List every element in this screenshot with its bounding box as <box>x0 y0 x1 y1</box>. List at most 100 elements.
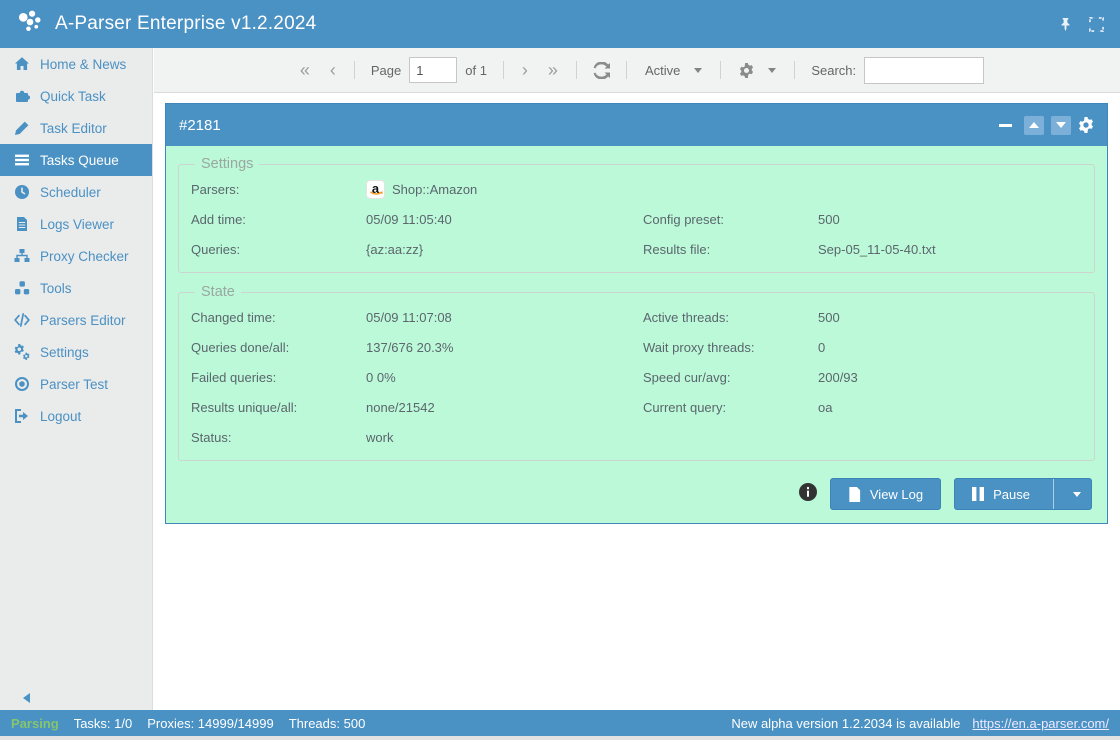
search-label: Search: <box>811 63 856 78</box>
field-value: 05/09 11:05:40 <box>366 212 452 227</box>
sidebar-collapse-icon[interactable] <box>23 693 30 703</box>
field-row: Status: work <box>191 422 1082 452</box>
field-value: {az:aa:zz} <box>366 242 423 257</box>
statusbar: Parsing Tasks: 1/0 Proxies: 14999/14999 … <box>0 710 1120 736</box>
sidebar-item-proxy-checker[interactable]: Proxy Checker <box>0 240 152 272</box>
view-log-button[interactable]: View Log <box>830 478 941 510</box>
move-down-button[interactable] <box>1051 116 1071 135</box>
first-page-button[interactable]: « <box>290 61 320 79</box>
gears-icon <box>13 344 30 360</box>
info-icon[interactable] <box>799 483 817 506</box>
sidebar-item-logs-viewer[interactable]: Logs Viewer <box>0 208 152 240</box>
refresh-icon[interactable] <box>585 62 618 79</box>
chevron-down-icon <box>694 68 702 73</box>
sitemap-icon <box>13 248 30 264</box>
sidebar-item-parser-test[interactable]: Parser Test <box>0 368 152 400</box>
search-input[interactable] <box>864 57 984 84</box>
sidebar-item-label: Proxy Checker <box>40 249 129 264</box>
app-title: A-Parser Enterprise v1.2.2024 <box>55 13 316 35</box>
code-icon <box>13 312 30 328</box>
sidebar-item-scheduler[interactable]: Scheduler <box>0 176 152 208</box>
button-divider <box>1053 479 1054 509</box>
fullscreen-icon[interactable] <box>1089 17 1104 32</box>
task-panel-title: #2181 <box>179 117 221 134</box>
sidebar-item-tasks-queue[interactable]: Tasks Queue <box>0 144 152 176</box>
pause-button[interactable]: Pause <box>954 478 1092 510</box>
sidebar-item-label: Home & News <box>40 57 126 72</box>
task-panel-footer: View Log Pause <box>178 472 1095 513</box>
threads-count: Threads: 500 <box>289 716 366 731</box>
field-value: 500 <box>818 212 1082 227</box>
sidebar-item-task-editor[interactable]: Task Editor <box>0 112 152 144</box>
home-icon <box>13 56 30 72</box>
next-page-button[interactable]: › <box>512 61 538 79</box>
task-panel-body: Settings Parsers: a Shop::Amazon Add tim… <box>166 146 1107 523</box>
field-row: Parsers: a Shop::Amazon <box>191 174 1082 204</box>
chevron-down-icon[interactable] <box>1073 492 1081 497</box>
filter-dropdown[interactable]: Active <box>635 63 712 78</box>
field-label: Results unique/all: <box>191 400 366 415</box>
page-input[interactable] <box>409 57 457 83</box>
proxies-count: Proxies: 14999/14999 <box>147 716 273 731</box>
pencil-icon <box>13 120 30 136</box>
field-row: Add time: 05/09 11:05:40 Config preset: … <box>191 204 1082 234</box>
tasks-count: Tasks: 1/0 <box>74 716 133 731</box>
last-page-button[interactable]: » <box>538 61 568 79</box>
field-value: 0 0% <box>366 370 396 385</box>
sidebar-item-label: Logs Viewer <box>40 217 114 232</box>
field-value: 137/676 20.3% <box>366 340 453 355</box>
settings-dropdown[interactable] <box>729 63 786 78</box>
move-up-button[interactable] <box>1024 116 1044 135</box>
status-badge: Parsing <box>11 716 59 731</box>
field-label: Status: <box>191 430 366 445</box>
sidebar-item-label: Tools <box>40 281 72 296</box>
filter-value: Active <box>645 63 680 78</box>
bottom-strip <box>0 736 1120 740</box>
prev-page-button[interactable]: ‹ <box>320 61 346 79</box>
field-label: Queries done/all: <box>191 340 366 355</box>
file-icon <box>848 487 861 502</box>
cubes-icon <box>13 280 30 296</box>
task-panel-header: #2181 <box>166 104 1107 146</box>
field-row: Queries: {az:aa:zz} Results file: Sep-05… <box>191 234 1082 264</box>
field-label: Changed time: <box>191 310 366 325</box>
pause-icon <box>972 487 984 501</box>
field-label: Config preset: <box>643 212 818 227</box>
field-label: Failed queries: <box>191 370 366 385</box>
puzzle-icon <box>13 88 30 104</box>
sidebar-item-quick-task[interactable]: Quick Task <box>0 80 152 112</box>
sidebar-item-settings[interactable]: Settings <box>0 336 152 368</box>
settings-legend: Settings <box>195 156 259 172</box>
field-label: Queries: <box>191 242 366 257</box>
sidebar: Home & News Quick Task Task Editor Tasks… <box>0 48 153 710</box>
field-label: Active threads: <box>643 310 818 325</box>
field-value: 200/93 <box>818 370 1082 385</box>
sidebar-item-home-news[interactable]: Home & News <box>0 48 152 80</box>
sidebar-item-logout[interactable]: Logout <box>0 400 152 432</box>
minimize-icon[interactable] <box>999 124 1012 127</box>
field-row: Results unique/all: none/21542 Current q… <box>191 392 1082 422</box>
pin-icon[interactable] <box>1058 17 1073 32</box>
sidebar-item-tools[interactable]: Tools <box>0 272 152 304</box>
gear-icon <box>739 63 754 78</box>
field-label: Add time: <box>191 212 366 227</box>
sidebar-item-label: Parsers Editor <box>40 313 126 328</box>
field-value: work <box>366 430 393 445</box>
clock-icon <box>13 184 30 200</box>
field-label: Results file: <box>643 242 818 257</box>
field-value: 05/09 11:07:08 <box>366 310 452 325</box>
task-panel: #2181 Settings Parsers: a <box>165 103 1108 524</box>
panel-gear-icon[interactable] <box>1078 117 1094 133</box>
update-link[interactable]: https://en.a-parser.com/ <box>972 716 1109 731</box>
toolbar-separator <box>720 61 721 79</box>
field-label: Parsers: <box>191 182 366 197</box>
sidebar-item-parsers-editor[interactable]: Parsers Editor <box>0 304 152 336</box>
chevron-down-icon <box>768 68 776 73</box>
update-notice: New alpha version 1.2.2034 is available <box>731 716 960 731</box>
target-icon <box>13 376 30 392</box>
field-label: Current query: <box>643 400 818 415</box>
field-row: Changed time: 05/09 11:07:08 Active thre… <box>191 302 1082 332</box>
toolbar-separator <box>794 61 795 79</box>
toolbar-separator <box>626 61 627 79</box>
logout-icon <box>13 408 30 424</box>
